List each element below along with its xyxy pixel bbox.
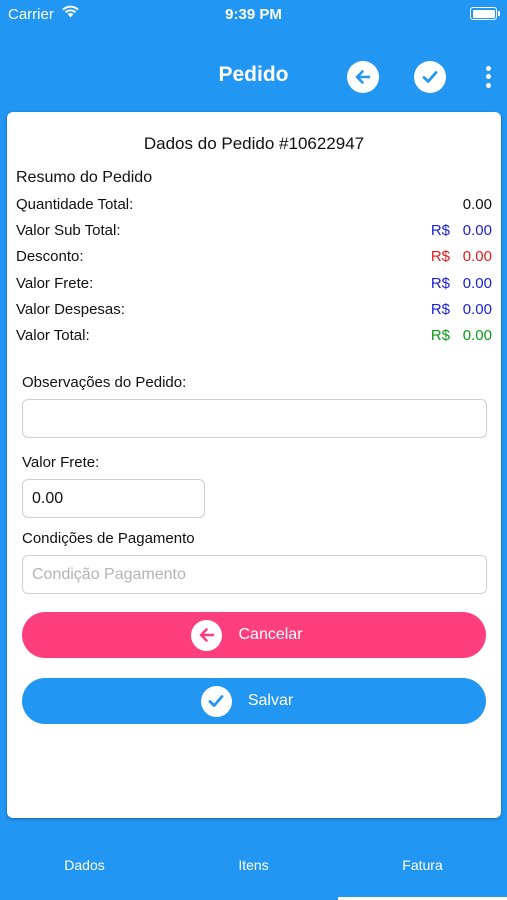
summary-value: 0.00 (462, 196, 492, 213)
save-button[interactable]: Salvar (22, 678, 486, 724)
currency-symbol: R$ (430, 327, 450, 344)
confirm-button[interactable] (414, 61, 446, 93)
more-vertical-icon (485, 65, 491, 71)
summary-label: Desconto: (16, 248, 84, 265)
summary-label: Valor Frete: (16, 275, 94, 292)
check-icon (200, 685, 232, 717)
summary-row-subtotal: Valor Sub Total: R$ 0.00 (16, 222, 492, 244)
freight-input[interactable] (22, 479, 205, 518)
currency-symbol: R$ (430, 301, 450, 318)
currency-symbol: R$ (430, 275, 450, 292)
currency-symbol: R$ (430, 222, 450, 239)
status-time: 9:39 PM (225, 6, 282, 23)
freight-label: Valor Frete: (22, 454, 100, 471)
app-header: Carrier 9:39 PM Pedido (0, 0, 507, 104)
summary-label: Valor Total: (16, 327, 90, 344)
order-title: Dados do Pedido #10622947 (143, 134, 365, 153)
check-icon (422, 71, 438, 83)
summary-row-total: Valor Total: R$ 0.00 (16, 327, 492, 349)
summary-value: 0.00 (462, 327, 492, 344)
cancel-button-label: Cancelar (238, 626, 303, 643)
save-button-label: Salvar (247, 692, 294, 709)
summary-value: 0.00 (462, 275, 492, 292)
currency-symbol: R$ (430, 248, 450, 265)
tab-dados[interactable]: Dados (0, 857, 169, 873)
summary-row-freight: Valor Frete: R$ 0.00 (16, 275, 492, 297)
summary-value: 0.00 (462, 248, 492, 265)
tab-fatura[interactable]: Fatura (338, 857, 507, 873)
battery-icon (470, 7, 500, 20)
summary-row-quantity: Quantidade Total: 0.00 (16, 196, 492, 218)
summary-label: Quantidade Total: (16, 196, 134, 213)
summary-value: 0.00 (462, 301, 492, 318)
payment-label: Condições de Pagamento (22, 530, 195, 547)
summary-value: 0.00 (462, 222, 492, 239)
arrow-left-icon (191, 619, 223, 651)
payment-condition-input[interactable] (22, 555, 487, 594)
cancel-button[interactable]: Cancelar (22, 612, 486, 658)
tab-itens[interactable]: Itens (169, 857, 338, 873)
summary-heading: Resumo do Pedido (16, 169, 153, 186)
order-card: Dados do Pedido #10622947 Resumo do Pedi… (7, 112, 501, 818)
summary-row-expenses: Valor Despesas: R$ 0.00 (16, 301, 492, 323)
summary-label: Valor Despesas: (16, 301, 125, 318)
more-menu-button[interactable] (478, 61, 498, 93)
back-button[interactable] (347, 61, 379, 93)
summary-label: Valor Sub Total: (16, 222, 121, 239)
arrow-left-icon (355, 70, 371, 84)
notes-label: Observações do Pedido: (22, 374, 187, 391)
tab-bar: Dados Itens Fatura (0, 825, 507, 900)
status-bar: Carrier 9:39 PM (0, 0, 507, 30)
notes-input[interactable] (22, 399, 487, 438)
summary-row-discount: Desconto: R$ 0.00 (16, 248, 492, 270)
